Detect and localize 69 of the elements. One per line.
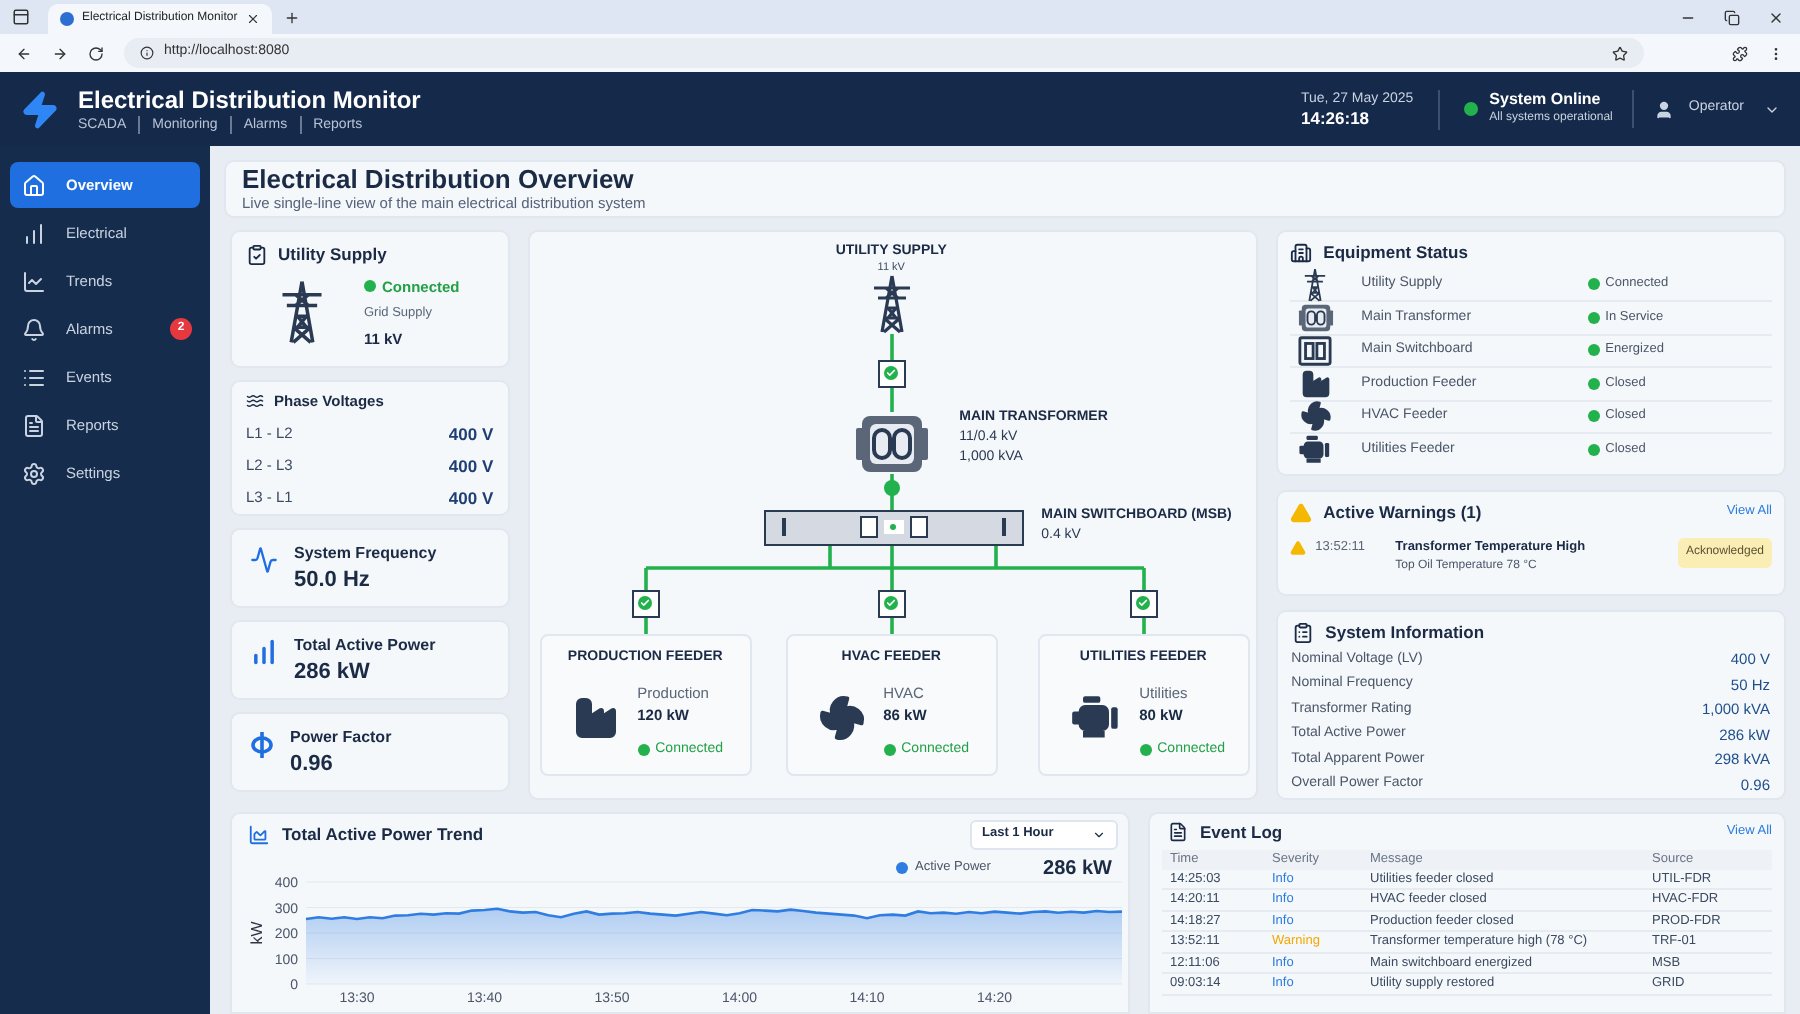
- building-icon: [1289, 241, 1312, 264]
- settings-icon: [22, 461, 46, 485]
- fan-icon: [817, 694, 866, 743]
- card-title: System Information: [1325, 619, 1485, 646]
- bar-chart-icon: [250, 637, 278, 666]
- metric-value: 50.0 Hz: [294, 565, 372, 596]
- forward-icon[interactable]: [52, 45, 68, 61]
- bell-icon: [22, 317, 46, 341]
- motor-icon: [1298, 434, 1333, 467]
- wire: [889, 387, 894, 412]
- wire: [1141, 617, 1146, 634]
- status-title: System Online: [1489, 90, 1603, 110]
- new-tab-icon[interactable]: [284, 10, 300, 26]
- metric-value: 0.96: [290, 749, 335, 780]
- home-icon: [22, 173, 46, 197]
- user-icon: [1654, 99, 1675, 119]
- document-icon: [1168, 822, 1188, 843]
- phi-icon: [250, 729, 274, 760]
- pylon-icon: [1300, 267, 1331, 302]
- info-icon: [140, 46, 154, 60]
- clock-text: 14:26:18: [1301, 107, 1372, 129]
- y-axis-label: kW: [248, 921, 266, 945]
- close-icon[interactable]: [246, 12, 260, 26]
- wire: [643, 617, 648, 634]
- document-icon: [22, 413, 46, 437]
- metric-label: System Frequency: [294, 541, 437, 564]
- current-value: 286 kW: [1043, 855, 1112, 884]
- caret-icon: [1092, 827, 1106, 842]
- favicon-icon: [60, 12, 74, 26]
- motor-icon: [1069, 694, 1122, 743]
- close-icon[interactable]: [1768, 10, 1784, 26]
- factory-icon: [1299, 367, 1332, 400]
- back-icon[interactable]: [16, 45, 32, 61]
- tab-list-icon[interactable]: [12, 8, 30, 26]
- phase-value: 400 V: [448, 453, 494, 479]
- bar-chart-icon: [22, 221, 46, 245]
- phase-value: 400 V: [448, 485, 494, 511]
- metric-value: 286 kW: [294, 657, 372, 688]
- bookmark-icon[interactable]: [1612, 45, 1628, 61]
- page-title: Electrical Distribution Overview: [242, 164, 636, 195]
- card-title: Total Active Power Trend: [282, 821, 486, 848]
- clipboard-icon: [1291, 621, 1314, 644]
- legend-swatch: [895, 862, 908, 875]
- factory-icon: [571, 694, 620, 743]
- card-title: Utility Supply: [278, 241, 387, 268]
- extension-icon[interactable]: [1732, 45, 1748, 61]
- app-title: Electrical Distribution Monitor: [78, 85, 421, 115]
- bolt-logo-icon: [20, 87, 60, 131]
- switchboard-icon: [1298, 333, 1333, 368]
- card-title: Active Warnings (1): [1323, 499, 1484, 526]
- card-title: Event Log: [1200, 819, 1285, 846]
- wire: [889, 331, 894, 360]
- clipboard-icon: [246, 243, 268, 266]
- card-title: Equipment Status: [1323, 239, 1468, 266]
- area-chart-icon: [248, 823, 270, 846]
- metric-label: Total Active Power: [294, 633, 436, 656]
- waves-icon: [246, 391, 264, 410]
- restore-icon[interactable]: [1724, 10, 1740, 26]
- wire: [889, 617, 894, 634]
- pulse-icon: [250, 545, 278, 574]
- wire: [889, 473, 894, 510]
- phase-value: 400 V: [448, 421, 494, 447]
- metric-label: Power Factor: [290, 725, 392, 748]
- warning-icon: [1289, 539, 1306, 556]
- fan-icon: [1299, 400, 1332, 433]
- transformer-icon: [853, 411, 930, 476]
- line-chart-icon: [22, 269, 46, 293]
- warning-icon: [1289, 501, 1312, 524]
- reload-icon[interactable]: [88, 45, 104, 61]
